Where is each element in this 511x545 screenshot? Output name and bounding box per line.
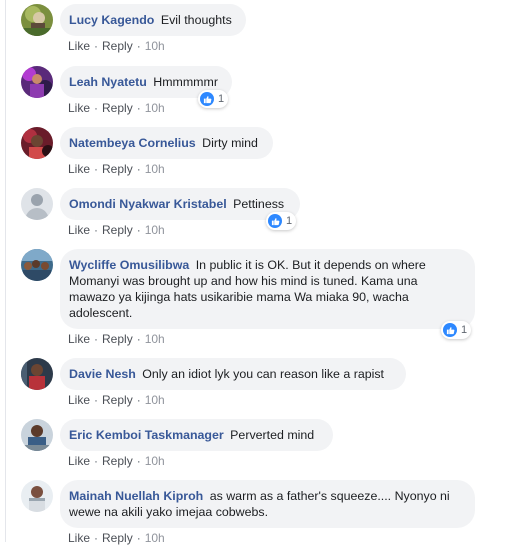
like-link[interactable]: Like (68, 39, 90, 53)
separator: · (94, 332, 99, 346)
timestamp[interactable]: 10h (145, 332, 165, 346)
separator: · (94, 531, 99, 545)
thumbs-up-icon (200, 92, 214, 106)
reaction-count[interactable]: 1 (441, 321, 472, 339)
comment-actions: Like · Reply · 10h (68, 162, 165, 176)
avatar[interactable] (21, 358, 53, 390)
like-link[interactable]: Like (68, 393, 90, 407)
like-link[interactable]: Like (68, 162, 90, 176)
comment-author[interactable]: Lucy Kagendo (69, 13, 154, 27)
reaction-number: 1 (286, 215, 293, 227)
avatar[interactable] (21, 419, 53, 451)
thread-line (5, 0, 6, 542)
separator: · (94, 39, 99, 53)
reaction-count[interactable]: 1 (198, 90, 229, 108)
comment-bubble: Natembeya Cornelius Dirty mind (60, 127, 273, 159)
comment-actions: Like · Reply · 10h (68, 101, 165, 115)
comment-author[interactable]: Natembeya Cornelius (69, 136, 196, 150)
separator: · (94, 223, 99, 237)
reply-link[interactable]: Reply (102, 101, 133, 115)
avatar[interactable] (21, 127, 53, 159)
comment-author[interactable]: Davie Nesh (69, 367, 136, 381)
timestamp[interactable]: 10h (145, 101, 165, 115)
reply-link[interactable]: Reply (102, 223, 133, 237)
comment-bubble: Mainah Nuellah Kiproh as warm as a fathe… (60, 480, 475, 528)
comment-author[interactable]: Wycliffe Omusilibwa (69, 258, 189, 272)
reply-link[interactable]: Reply (102, 162, 133, 176)
reply-link[interactable]: Reply (102, 531, 133, 545)
comment-bubble: Eric Kemboi Taskmanager Perverted mind (60, 419, 333, 451)
avatar[interactable] (21, 66, 53, 98)
reply-link[interactable]: Reply (102, 332, 133, 346)
comment-text: Only an idiot lyk you can reason like a … (142, 367, 385, 381)
comment-text: Dirty mind (202, 136, 258, 150)
comment-bubble: Lucy Kagendo Evil thoughts (60, 4, 246, 36)
comment-bubble: Wycliffe Omusilibwa In public it is OK. … (60, 249, 475, 329)
reply-link[interactable]: Reply (102, 393, 133, 407)
timestamp[interactable]: 10h (145, 162, 165, 176)
reaction-number: 1 (218, 93, 225, 105)
like-link[interactable]: Like (68, 531, 90, 545)
separator: · (136, 531, 141, 545)
separator: · (136, 162, 141, 176)
avatar[interactable] (21, 480, 53, 512)
timestamp[interactable]: 10h (145, 393, 165, 407)
avatar[interactable] (21, 188, 53, 220)
comment-bubble: Davie Nesh Only an idiot lyk you can rea… (60, 358, 406, 390)
reply-link[interactable]: Reply (102, 454, 133, 468)
comment-bubble: Omondi Nyakwar Kristabel Pettiness (60, 188, 300, 220)
comment-actions: Like · Reply · 10h (68, 332, 165, 346)
like-link[interactable]: Like (68, 332, 90, 346)
like-link[interactable]: Like (68, 454, 90, 468)
comment-actions: Like · Reply · 10h (68, 531, 165, 545)
separator: · (136, 393, 141, 407)
reaction-count[interactable]: 1 (266, 212, 297, 230)
separator: · (136, 332, 141, 346)
comment-actions: Like · Reply · 10h (68, 223, 165, 237)
comment-text: Evil thoughts (160, 13, 232, 27)
comment-text: Perverted mind (230, 428, 315, 442)
comment-actions: Like · Reply · 10h (68, 454, 165, 468)
separator: · (136, 223, 141, 237)
comment-actions: Like · Reply · 10h (68, 39, 165, 53)
separator: · (94, 101, 99, 115)
timestamp[interactable]: 10h (145, 454, 165, 468)
comment-actions: Like · Reply · 10h (68, 393, 165, 407)
avatar[interactable] (21, 249, 53, 281)
separator: · (136, 101, 141, 115)
timestamp[interactable]: 10h (145, 39, 165, 53)
thumbs-up-icon (443, 323, 457, 337)
like-link[interactable]: Like (68, 223, 90, 237)
comment-author[interactable]: Mainah Nuellah Kiproh (69, 489, 203, 503)
timestamp[interactable]: 10h (145, 223, 165, 237)
separator: · (94, 162, 99, 176)
avatar[interactable] (21, 4, 53, 36)
like-link[interactable]: Like (68, 101, 90, 115)
timestamp[interactable]: 10h (145, 531, 165, 545)
separator: · (94, 393, 99, 407)
separator: · (136, 39, 141, 53)
thumbs-up-icon (268, 214, 282, 228)
separator: · (94, 454, 99, 468)
comment-text: Pettiness (233, 197, 285, 211)
comment-text: Hmmmmmr (153, 75, 218, 89)
comment-author[interactable]: Leah Nyatetu (69, 75, 147, 89)
reaction-number: 1 (461, 324, 468, 336)
reply-link[interactable]: Reply (102, 39, 133, 53)
comment-author[interactable]: Omondi Nyakwar Kristabel (69, 197, 227, 211)
comment-author[interactable]: Eric Kemboi Taskmanager (69, 428, 224, 442)
separator: · (136, 454, 141, 468)
